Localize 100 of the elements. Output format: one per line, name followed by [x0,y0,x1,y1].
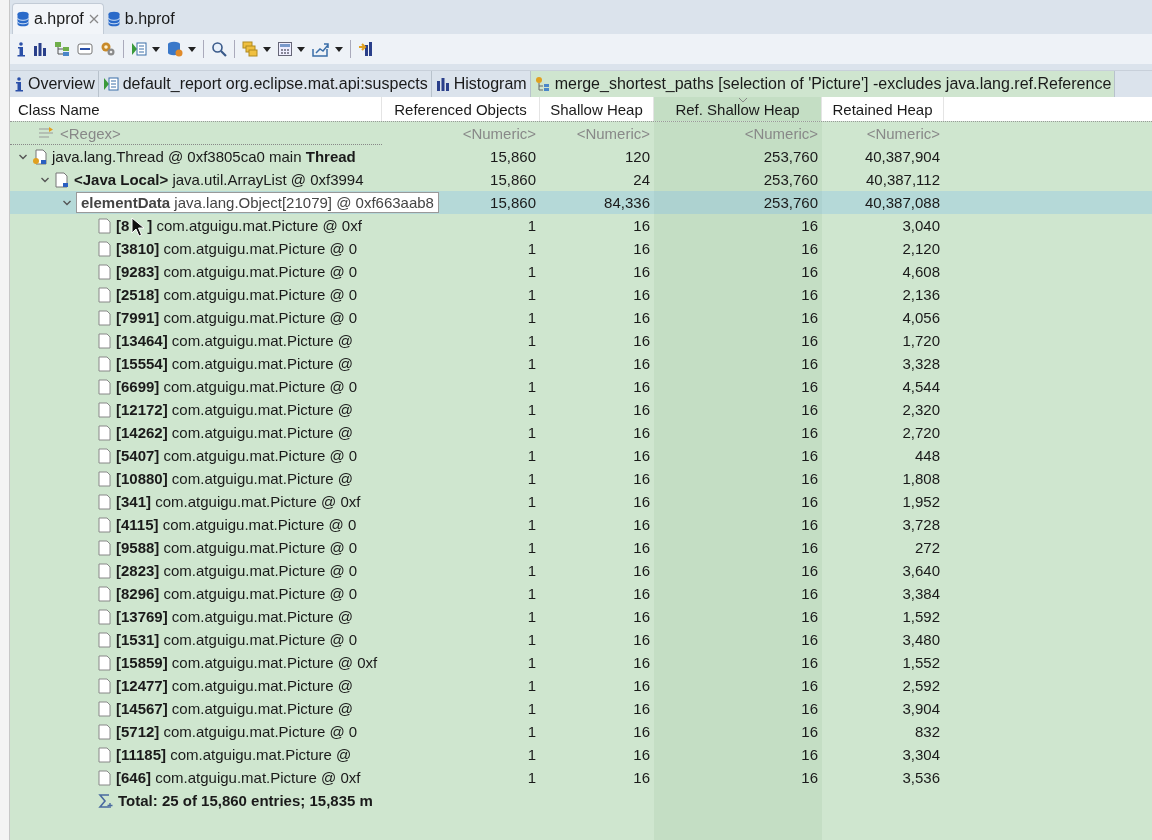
object-label: [5712] com.atguigu.mat.Picture @ 0 [116,723,358,740]
column-header[interactable]: Ref. Shallow Heap [654,97,822,121]
tree-row[interactable]: [7991] com.atguigu.mat.Picture @ 0 1 16 16 4,056 [10,306,1152,329]
dropdown-caret-icon [263,46,271,52]
object-icon [98,355,112,372]
tree-row[interactable]: [14262] com.atguigu.mat.Picture @ 1 16 16 2,720 [10,421,1152,444]
object-label: [6699] com.atguigu.mat.Picture @ 0 [116,378,358,395]
table-cell: 15,860 [490,194,536,211]
table-cell: 448 [914,447,940,464]
tree-row[interactable]: [13769] com.atguigu.mat.Picture @ 1 16 16 1,592 [10,605,1152,628]
table-cell: 15,860 [490,148,536,165]
table-cell: 16 [801,585,818,602]
sum-icon [98,792,114,809]
table-cell: 3,536 [902,769,940,786]
info-icon [14,76,24,92]
toolbar-button[interactable] [16,41,26,57]
sort-caret-icon [737,97,748,103]
tree-row[interactable]: elementData java.lang.Object[21079] @ 0xf663aab8 15,860 84,336 253,760 40,387,088 [10,191,1152,214]
tree-row[interactable]: [1531] com.atguigu.mat.Picture @ 0 1 16 16 3,480 [10,628,1152,651]
table-cell: 16 [801,700,818,717]
dropdown-caret-icon [297,46,305,52]
table-cell: 2,320 [902,401,940,418]
table-cell: 1,592 [902,608,940,625]
tree-row[interactable]: [8296] com.atguigu.mat.Picture @ 0 1 16 16 3,384 [10,582,1152,605]
column-header[interactable]: Referenced Objects [382,97,540,121]
gears-icon [100,41,116,57]
tree-row[interactable]: [5407] com.atguigu.mat.Picture @ 0 1 16 16 448 [10,444,1152,467]
tree-row[interactable]: Total: 25 of 15,860 entries; 15,835 m [10,789,1152,812]
table-cell: 16 [801,769,818,786]
tree-row[interactable]: [11185] com.atguigu.mat.Picture @ 1 16 16 3,304 [10,743,1152,766]
tree-row[interactable]: [9588] com.atguigu.mat.Picture @ 0 1 16 16 272 [10,536,1152,559]
table-cell: 3,384 [902,585,940,602]
object-label: ] com.atguigu.mat.Picture @ 0xf [147,217,362,234]
table-cell: 16 [633,263,650,280]
object-label: [2823] com.atguigu.mat.Picture @ 0 [116,562,358,579]
table-cell: 1 [527,355,536,372]
database-icon [17,11,29,27]
table-cell: 16 [801,677,818,694]
toolbar-button[interactable] [33,42,47,56]
table-cell: 1 [527,424,536,441]
tree-row[interactable]: [8 ] com.atguigu.mat.Picture @ 0xf 1 16 16 3,040 [10,214,1152,237]
toolbar-button[interactable] [242,41,271,57]
toolbar-button[interactable] [278,42,305,56]
paths-tree-icon [534,76,551,92]
tree-icon [54,41,70,57]
tree-row[interactable]: [12477] com.atguigu.mat.Picture @ 1 16 16 2,592 [10,674,1152,697]
tree-row[interactable]: [341] com.atguigu.mat.Picture @ 0xf 1 16 16 1,952 [10,490,1152,513]
object-icon [98,746,112,763]
tree-row[interactable]: [5712] com.atguigu.mat.Picture @ 0 1 16 16 832 [10,720,1152,743]
tree-row[interactable]: [13464] com.atguigu.mat.Picture @ 1 16 16 1,720 [10,329,1152,352]
table-cell: 1 [527,746,536,763]
bar-chart-icon [33,42,47,56]
tree-row[interactable]: [2518] com.atguigu.mat.Picture @ 0 1 16 16 2,136 [10,283,1152,306]
table-cell: 1 [527,378,536,395]
editor-tab[interactable]: b.hprof [103,4,179,34]
thread-object-icon [32,148,48,165]
table-cell: 16 [633,723,650,740]
table-cell: 1 [527,332,536,349]
object-label: [8 [116,217,130,234]
table-cell: 3,040 [902,217,940,234]
object-icon [98,286,112,303]
tree-row[interactable]: [15554] com.atguigu.mat.Picture @ 1 16 16 3,328 [10,352,1152,375]
tree-row[interactable]: [9283] com.atguigu.mat.Picture @ 0 1 16 16 4,608 [10,260,1152,283]
tree-row[interactable]: [6699] com.atguigu.mat.Picture @ 0 1 16 16 4,544 [10,375,1152,398]
toolbar-button[interactable] [167,41,196,57]
editor-tab[interactable]: a.hprof [12,3,104,34]
tree-row[interactable]: [4115] com.atguigu.mat.Picture @ 0 1 16 16 3,728 [10,513,1152,536]
object-icon [98,470,112,487]
object-label: [11185] com.atguigu.mat.Picture @ [116,746,352,763]
tree-row[interactable]: [3810] com.atguigu.mat.Picture @ 0 1 16 16 2,120 [10,237,1152,260]
tree-row[interactable]: <Java Local> java.util.ArrayList @ 0xf3994 15,860 24 253,760 40,387,112 [10,168,1152,191]
column-header[interactable]: Class Name [10,97,382,121]
tree-row[interactable]: [2823] com.atguigu.mat.Picture @ 0 1 16 16 3,640 [10,559,1152,582]
tree-row[interactable]: java.lang.Thread @ 0xf3805ca0 main Thread 15,860 120 253,760 40,387,904 [10,145,1152,168]
stacked-folders-icon [242,41,258,57]
toolbar-button[interactable] [211,41,227,57]
tree-row[interactable]: [10880] com.atguigu.mat.Picture @ 1 16 16 1,808 [10,467,1152,490]
tree-row[interactable]: [646] com.atguigu.mat.Picture @ 0xf 1 16 16 3,536 [10,766,1152,789]
tree-row[interactable]: [15859] com.atguigu.mat.Picture @ 0xf 1 16 16 1,552 [10,651,1152,674]
bar-chart-icon [435,77,450,91]
table-cell: 16 [633,608,650,625]
object-label: [13464] com.atguigu.mat.Picture @ [116,332,353,349]
tree-row[interactable]: [12172] com.atguigu.mat.Picture @ 1 16 16 2,320 [10,398,1152,421]
result-tab[interactable]: merge_shortest_paths [selection of 'Picture'] -excludes java.lang.ref.Reference [530,71,1116,97]
local-object-icon [54,171,70,188]
tree-row[interactable]: [14567] com.atguigu.mat.Picture @ 1 16 16 3,904 [10,697,1152,720]
search-icon [211,41,227,57]
object-icon [98,631,112,648]
table-cell: 16 [633,424,650,441]
object-icon [98,539,112,556]
toolbar-button[interactable] [312,41,343,57]
table-cell: 16 [633,240,650,257]
close-icon[interactable] [88,14,99,24]
table-cell: 16 [633,769,650,786]
toolbar-button[interactable] [131,41,160,57]
table-cell: 2,120 [902,240,940,257]
export-icon [312,41,330,57]
toolbar-button[interactable] [358,41,374,57]
column-header[interactable]: Retained Heap [822,97,944,121]
total-summary: Total: 25 of 15,860 entries; 15,835 m [118,792,373,809]
